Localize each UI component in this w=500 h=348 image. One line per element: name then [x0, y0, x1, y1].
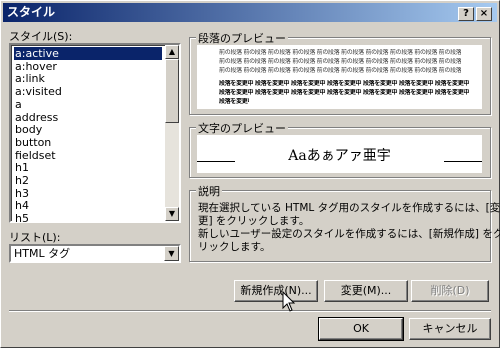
preview-rule-right — [444, 161, 482, 162]
style-list-item[interactable]: button — [14, 136, 162, 149]
scroll-down-icon[interactable]: ▼ — [165, 207, 179, 221]
preview-cur-para-2: 段落を変更中 段落を変更中 段落を変更中 段落を変更中 段落を変更中 段落を変更… — [219, 89, 470, 96]
ok-button[interactable]: OK — [318, 317, 404, 341]
styles-listbox[interactable]: a:active a:hover a:link a:visited a address bo… — [9, 43, 181, 225]
preview-prev-para-1: 前の段落 前の段落 前の段落 前の段落 前の段落 前の段落 前の段落 前の段落 … — [219, 49, 462, 56]
style-list-item[interactable]: h2 — [14, 174, 162, 187]
title-bar[interactable]: スタイル ? × — [3, 3, 497, 22]
close-button[interactable]: × — [476, 7, 492, 21]
style-list-item[interactable]: body — [14, 123, 162, 136]
mouse-cursor-icon — [282, 291, 296, 312]
char-preview-sample: Aaあぁアァ亜宇 — [288, 148, 391, 164]
description-group: 説明 現在選択している HTML タグ用のスタイルを作成するには、[変 更] を… — [189, 183, 500, 262]
preview-cur-para-1: 段落を変更中 段落を変更中 段落を変更中 段落を変更中 段落を変更中 段落を変更… — [219, 80, 470, 87]
styles-scrollbar[interactable]: ▲ ▼ — [165, 45, 179, 221]
style-dialog: スタイル ? × スタイル(S): a:active a:hover a:link a… — [0, 0, 500, 348]
help-button[interactable]: ? — [458, 7, 474, 21]
list-label: リスト(L): — [9, 231, 61, 244]
style-list-item[interactable]: a:active — [14, 47, 162, 60]
delete-style-button[interactable]: 削除(D) — [411, 280, 489, 302]
list-type-combo[interactable]: HTML タグ ▼ — [9, 244, 181, 263]
list-type-value: HTML タグ — [14, 247, 71, 260]
char-preview-box: Aaあぁアァ亜宇 — [197, 135, 482, 173]
separator — [9, 310, 491, 312]
paragraph-preview-title: 段落のプレビュー — [196, 30, 288, 46]
preview-prev-para-3: 前の段落 前の段落 前の段落 前の段落 前の段落 前の段落 前の段落 前の段落 … — [219, 67, 462, 74]
preview-prev-para-2: 前の段落 前の段落 前の段落 前の段落 前の段落 前の段落 前の段落 前の段落 … — [219, 58, 462, 65]
style-list-item[interactable]: a — [14, 98, 162, 111]
new-style-button[interactable]: 新規作成(N)... — [234, 280, 318, 302]
chevron-down-icon[interactable]: ▼ — [164, 246, 179, 261]
style-list-item[interactable]: h1 — [14, 161, 162, 174]
char-preview-group: 文字のプレビュー Aaあぁアァ亜宇 — [189, 120, 491, 178]
style-list-item[interactable]: h5 — [14, 212, 162, 225]
style-list-item[interactable]: h3 — [14, 187, 162, 200]
paragraph-preview-group: 段落のプレビュー 前の段落 前の段落 前の段落 前の段落 前の段落 前の段落 前… — [189, 30, 491, 115]
styles-label: スタイル(S): — [9, 30, 73, 43]
preview-cur-para-3: 段落を変更中 段落を変更中 段落を変更中 段落を変更中 段落を変更中 段落を変更… — [219, 98, 249, 105]
window-title: スタイル — [7, 5, 56, 19]
scroll-up-icon[interactable]: ▲ — [165, 45, 179, 59]
description-line-4: リックします。 — [198, 241, 271, 253]
scroll-thumb[interactable] — [165, 59, 179, 123]
style-list-item[interactable]: address — [14, 111, 162, 124]
style-list-item[interactable]: a:link — [14, 72, 162, 85]
paragraph-preview-box: 前の段落 前の段落 前の段落 前の段落 前の段落 前の段落 前の段落 前の段落 … — [197, 45, 482, 109]
modify-style-button[interactable]: 変更(M)... — [324, 280, 408, 302]
style-list-item[interactable]: h4 — [14, 199, 162, 212]
cancel-button[interactable]: キャンセル — [409, 318, 491, 340]
style-list-item[interactable]: a:visited — [14, 85, 162, 98]
style-list-item[interactable]: a:hover — [14, 60, 162, 73]
char-preview-title: 文字のプレビュー — [196, 120, 288, 136]
description-title: 説明 — [196, 183, 222, 199]
style-list-item[interactable]: fieldset — [14, 149, 162, 162]
